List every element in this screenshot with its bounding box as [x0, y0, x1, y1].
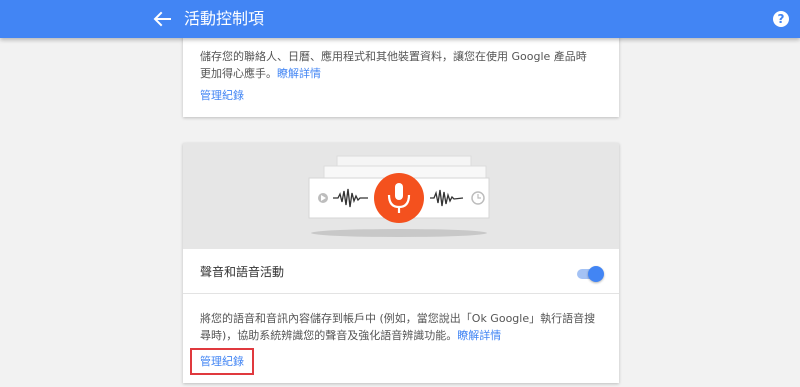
back-arrow-icon[interactable] [150, 8, 174, 30]
account-activity-card: 儲存您的聯絡人、日曆、應用程式和其他裝置資料，讓您在使用 Google 產品時更… [183, 30, 619, 117]
voice-activity-card: 聲音和語音活動 將您的語音和音訊內容儲存到帳戶中 (例如，當您說出「Ok Goo… [183, 143, 619, 383]
voice-activity-toggle[interactable] [577, 266, 604, 282]
app-bar: 活動控制項 ? [0, 0, 800, 38]
learn-more-link[interactable]: 瞭解詳情 [457, 329, 501, 342]
voice-recording-illustration [183, 143, 619, 249]
account-activity-text: 儲存您的聯絡人、日曆、應用程式和其他裝置資料，讓您在使用 Google 產品時更… [200, 50, 587, 80]
toggle-knob [588, 266, 604, 282]
learn-more-link[interactable]: 瞭解詳情 [277, 67, 321, 80]
voice-activity-title: 聲音和語音活動 [200, 265, 285, 279]
account-activity-description: 儲存您的聯絡人、日曆、應用程式和其他裝置資料，讓您在使用 Google 產品時更… [200, 48, 592, 82]
voice-activity-description: 將您的語音和音訊內容儲存到帳戶中 (例如，當您說出「Ok Google」執行語音… [200, 310, 600, 344]
voice-activity-text: 將您的語音和音訊內容儲存到帳戶中 (例如，當您說出「Ok Google」執行語音… [200, 312, 596, 342]
voice-activity-row: 聲音和語音活動 [183, 249, 619, 294]
manage-history-link[interactable]: 管理紀錄 [200, 354, 244, 369]
page-title: 活動控制項 [184, 9, 265, 28]
manage-history-link[interactable]: 管理紀錄 [200, 88, 244, 103]
help-icon[interactable]: ? [773, 11, 789, 27]
